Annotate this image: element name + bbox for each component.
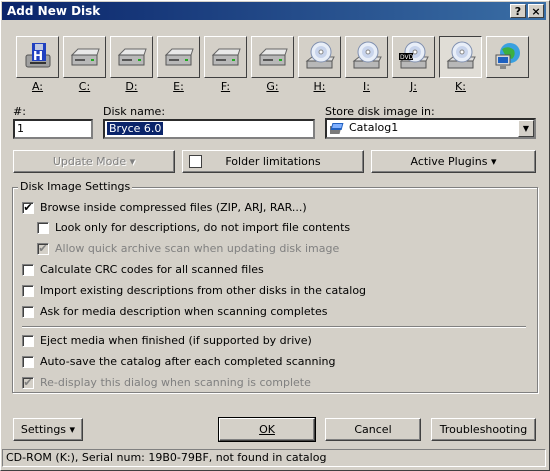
drive-label: H: [313,80,326,93]
folder-limitations-button[interactable]: Folder limitations [182,150,364,173]
drive-label: G: [266,80,279,93]
group-title: Disk Image Settings [18,180,133,193]
drive-button-network[interactable] [486,36,529,78]
option-label[interactable]: Ask for media description when scanning … [40,305,327,318]
drive-button-i[interactable] [345,36,388,78]
option-checkbox: ✔ [22,376,34,389]
drive-label: C: [78,80,91,93]
option-label: Allow quick archive scan when updating d… [55,242,340,255]
drive-button-j[interactable]: DVD [392,36,435,78]
option-label[interactable]: Browse inside compressed files (ZIP, ARJ… [40,201,307,214]
store-label: Store disk image in: [325,105,435,118]
title-bar[interactable]: Add New Disk ? × [2,2,546,20]
ok-label: OK [259,423,275,436]
drive-button-g[interactable] [251,36,294,78]
option-label[interactable]: Look only for descriptions, do not impor… [55,221,350,234]
number-field[interactable]: 1 [13,119,93,139]
close-button[interactable]: × [528,4,544,18]
option-label[interactable]: Import existing descriptions from other … [40,284,366,297]
disk-name-label: Disk name: [103,105,166,118]
option-label: Re-display this dialog when scanning is … [40,376,311,389]
option-checkbox[interactable] [22,306,34,318]
catalog-select-value: Catalog1 [349,121,399,134]
catalog-select[interactable]: Catalog1 ▼ [325,118,536,139]
option-label[interactable]: Auto-save the catalog after each complet… [40,355,336,368]
cancel-button[interactable]: Cancel [325,418,421,441]
drive-label: I: [363,80,370,93]
drive-label: F: [220,80,231,93]
option-label[interactable]: Eject media when finished (if supported … [40,334,312,347]
option-label[interactable]: Calculate CRC codes for all scanned file… [40,263,264,276]
drive-label: J: [410,80,417,93]
status-bar: CD-ROM (K:), Serial num: 19B0-79BF, not … [2,449,546,467]
option-checkbox[interactable] [22,335,34,347]
drive-label: K: [455,80,466,93]
chevron-down-icon: ▾ [129,155,136,168]
update-mode-button: Update Mode ▾ [13,150,175,173]
option-checkbox: ✔ [37,242,49,255]
option-checkbox[interactable] [22,264,34,276]
disk-name-value: Bryce 6.0 [107,122,164,135]
ok-button[interactable]: OK [218,417,316,442]
settings-label: Settings [20,423,67,436]
svg-text:H: H [33,49,43,63]
drive-button-h[interactable] [298,36,341,78]
chevron-down-icon: ▾ [490,155,497,168]
settings-button[interactable]: Settings ▾ [13,418,83,441]
drive-button-a[interactable]: H [16,36,59,78]
folder-limitations-checkbox[interactable] [189,155,202,168]
drive-button-d[interactable] [110,36,153,78]
option-checkbox[interactable] [37,222,49,234]
drive-label: A: [31,80,44,93]
svg-text:DVD: DVD [400,54,414,61]
chevron-down-icon[interactable]: ▼ [518,120,534,137]
drive-button-c[interactable] [63,36,106,78]
chevron-down-icon: ▾ [69,423,76,436]
folder-limitations-label: Folder limitations [225,155,321,168]
disk-name-field[interactable]: Bryce 6.0 [103,119,315,139]
drive-button-f[interactable] [204,36,247,78]
number-label: #: [13,105,26,118]
drive-label: D: [125,80,138,93]
divider [22,326,526,328]
drive-button-k[interactable] [439,36,482,78]
option-checkbox[interactable]: ✔ [22,202,34,214]
window-title: Add New Disk [7,4,101,18]
troubleshooting-button[interactable]: Troubleshooting [431,418,536,441]
option-checkbox[interactable] [22,285,34,297]
active-plugins-button[interactable]: Active Plugins ▾ [371,150,536,173]
help-button[interactable]: ? [510,4,526,18]
active-plugins-label: Active Plugins [410,155,488,168]
catalog-icon [327,121,346,139]
option-checkbox[interactable] [22,356,34,368]
update-mode-label: Update Mode [52,155,127,168]
drive-label: E: [173,80,184,93]
drive-button-e[interactable] [157,36,200,78]
